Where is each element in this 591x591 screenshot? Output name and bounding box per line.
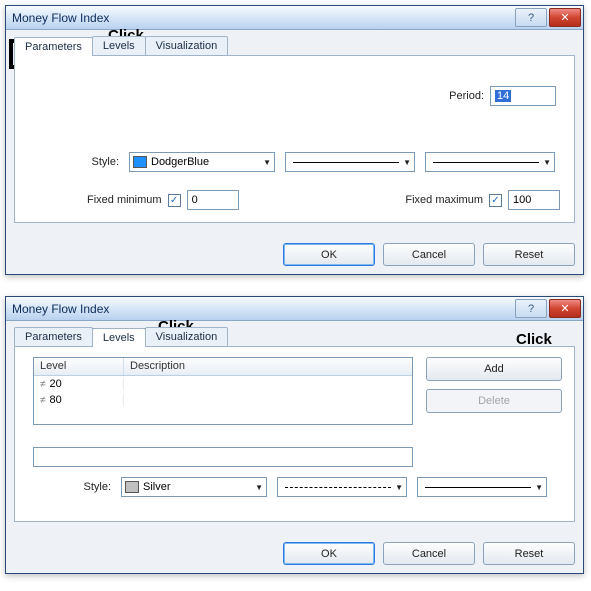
tab-parameters[interactable]: Parameters: [14, 37, 93, 56]
close-button[interactable]: ✕: [549, 8, 581, 27]
button-bar: OK Cancel Reset: [283, 243, 575, 266]
line-sample-icon: [433, 162, 539, 163]
color-combo[interactable]: Silver ▼: [121, 477, 267, 497]
table-row[interactable]: ≠20: [34, 376, 412, 392]
fixed-max-checkbox[interactable]: ✓: [489, 194, 502, 207]
line-sample-icon: [293, 162, 399, 163]
delete-button: Delete: [426, 389, 562, 413]
chevron-down-icon: ▼: [255, 483, 263, 492]
line-sample-icon: [425, 487, 531, 488]
color-swatch-icon: [133, 156, 147, 168]
help-icon: ?: [528, 303, 534, 315]
help-button[interactable]: ?: [515, 299, 547, 318]
period-value: 14: [495, 90, 511, 102]
col-level: Level: [34, 358, 124, 375]
linewidth-combo[interactable]: ▼: [425, 152, 555, 172]
fixed-max-label: Fixed maximum: [405, 194, 483, 206]
chevron-down-icon: ▼: [395, 483, 403, 492]
ok-button[interactable]: OK: [283, 243, 375, 266]
close-button[interactable]: ✕: [549, 299, 581, 318]
window-title: Money Flow Index: [12, 302, 513, 316]
levels-table[interactable]: Level Description ≠20 ≠80: [33, 357, 413, 425]
fixed-min-label: Fixed minimum: [87, 194, 162, 206]
style-label: Style:: [85, 156, 119, 168]
titlebar[interactable]: Money Flow Index ? ✕: [6, 6, 583, 30]
check-icon: ✓: [170, 195, 178, 206]
close-icon: ✕: [560, 302, 569, 315]
ok-button[interactable]: OK: [283, 542, 375, 565]
level-icon: ≠: [40, 379, 46, 390]
help-button[interactable]: ?: [515, 8, 547, 27]
period-input[interactable]: 14: [490, 86, 556, 106]
tab-visualization[interactable]: Visualization: [145, 327, 229, 346]
close-icon: ✕: [560, 11, 569, 24]
dialog-parameters: Money Flow Index ? ✕ Parameters Levels V…: [5, 5, 584, 275]
cancel-button[interactable]: Cancel: [383, 542, 475, 565]
col-description: Description: [124, 358, 412, 375]
table-header: Level Description: [34, 358, 412, 376]
tab-levels[interactable]: Levels: [92, 36, 146, 55]
period-label: Period:: [449, 90, 484, 102]
tab-strip: Parameters Levels Visualization: [14, 36, 575, 55]
level-edit-input[interactable]: [33, 447, 413, 467]
fixed-min-input[interactable]: 0: [187, 190, 239, 210]
tab-visualization[interactable]: Visualization: [145, 36, 229, 55]
check-icon: ✓: [491, 195, 499, 206]
button-bar: OK Cancel Reset: [283, 542, 575, 565]
table-row[interactable]: ≠80: [34, 392, 412, 408]
color-name: DodgerBlue: [151, 156, 209, 168]
line-sample-dash-icon: [285, 487, 391, 488]
tab-panel: Period: 14 Style: DodgerBlue ▼ ▼: [14, 55, 575, 223]
tab-panel: Level Description ≠20 ≠80 Add Delete Sty…: [14, 346, 575, 522]
dialog-levels: Money Flow Index ? ✕ Parameters Levels V…: [5, 296, 584, 574]
tab-parameters[interactable]: Parameters: [14, 327, 93, 346]
color-combo[interactable]: DodgerBlue ▼: [129, 152, 275, 172]
titlebar[interactable]: Money Flow Index ? ✕: [6, 297, 583, 321]
fixed-max-input[interactable]: 100: [508, 190, 560, 210]
style-label: Style:: [77, 481, 111, 493]
chevron-down-icon: ▼: [535, 483, 543, 492]
add-button[interactable]: Add: [426, 357, 562, 381]
linestyle-combo[interactable]: ▼: [277, 477, 407, 497]
tab-strip: Parameters Levels Visualization: [14, 327, 575, 346]
chevron-down-icon: ▼: [263, 158, 271, 167]
help-icon: ?: [528, 12, 534, 24]
chevron-down-icon: ▼: [543, 158, 551, 167]
tab-levels[interactable]: Levels: [92, 328, 146, 347]
level-icon: ≠: [40, 395, 46, 406]
window-title: Money Flow Index: [12, 11, 513, 25]
color-name: Silver: [143, 481, 171, 493]
reset-button[interactable]: Reset: [483, 243, 575, 266]
reset-button[interactable]: Reset: [483, 542, 575, 565]
linewidth-combo[interactable]: ▼: [417, 477, 547, 497]
cancel-button[interactable]: Cancel: [383, 243, 475, 266]
linestyle-combo[interactable]: ▼: [285, 152, 415, 172]
chevron-down-icon: ▼: [403, 158, 411, 167]
fixed-min-checkbox[interactable]: ✓: [168, 194, 181, 207]
color-swatch-icon: [125, 481, 139, 493]
